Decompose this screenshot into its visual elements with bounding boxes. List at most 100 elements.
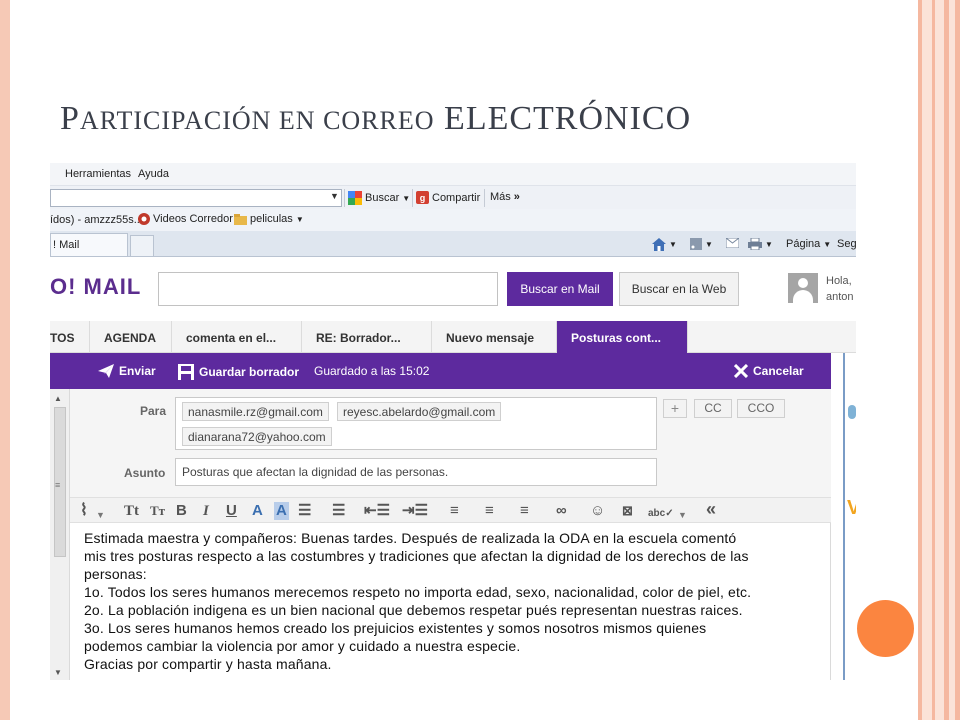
numbered-list-icon[interactable]: ☰ bbox=[332, 502, 345, 520]
align-left-icon[interactable]: ≡ bbox=[450, 502, 459, 520]
slide-title-small: ARTICIPACIÓN EN CORREO bbox=[79, 106, 435, 135]
plain-text-toggle-icon[interactable]: « bbox=[706, 500, 716, 518]
menu-help[interactable]: Ayuda bbox=[138, 168, 169, 180]
user-icon bbox=[798, 278, 808, 288]
tab-posturas-active[interactable]: Posturas cont... bbox=[557, 321, 688, 353]
align-center-icon[interactable]: ≡ bbox=[485, 502, 494, 520]
message-body-editor[interactable]: Estimada maestra y compañeros: Buenas ta… bbox=[70, 523, 831, 680]
svg-text:g: g bbox=[420, 193, 426, 203]
emoji-icon[interactable]: ☺ bbox=[590, 502, 605, 520]
tab-re-borrador[interactable]: RE: Borrador... bbox=[302, 321, 432, 353]
subject-field[interactable]: Posturas que afectan la dignidad de las … bbox=[175, 458, 657, 486]
bcc-button[interactable]: CCO bbox=[737, 399, 785, 418]
favorite-link-1[interactable]: ídos) - amzzz55s... bbox=[50, 214, 143, 226]
add-recipient-button[interactable]: + bbox=[663, 399, 687, 418]
ie-new-tab-button[interactable] bbox=[130, 235, 154, 256]
recipient-chip[interactable]: reyesc.abelardo@gmail.com bbox=[337, 402, 502, 421]
feeds-button[interactable]: ▼ bbox=[690, 238, 713, 250]
save-draft-label: Guardar borrador bbox=[199, 365, 300, 379]
body-line: podemos cambiar la violencia por amor y … bbox=[84, 638, 521, 654]
browser-screenshot: Herramientas Ayuda ▼ Buscar ▼ g Comparti… bbox=[50, 163, 856, 680]
font-size-icon[interactable]: Tт bbox=[150, 502, 165, 520]
body-line: 3o. Los seres humanos hemos creado los p… bbox=[84, 620, 707, 636]
more-label: Más bbox=[490, 191, 511, 203]
safety-menu[interactable]: Segu bbox=[837, 238, 856, 250]
yahoo-mail-logo[interactable]: O! MAIL bbox=[50, 274, 141, 300]
mail-tabs: TOS AGENDA comenta en el... RE: Borrador… bbox=[50, 321, 856, 353]
body-line: 1o. Todos los seres humanos merecemos re… bbox=[84, 584, 752, 600]
slide-stripe bbox=[955, 0, 960, 720]
bold-icon[interactable]: B bbox=[176, 502, 187, 520]
text-color-icon[interactable]: A bbox=[252, 502, 263, 520]
to-field[interactable]: nanasmile.rz@gmail.com reyesc.abelardo@g… bbox=[175, 397, 657, 450]
stationery-icon[interactable]: ⊠ bbox=[622, 502, 633, 520]
recipient-chip[interactable]: dianarana72@yahoo.com bbox=[182, 427, 332, 446]
link-icon[interactable]: ∞ bbox=[556, 502, 567, 520]
underline-icon[interactable]: U bbox=[226, 502, 237, 520]
scroll-down-icon[interactable]: ▼ bbox=[54, 668, 62, 677]
favorite-folder[interactable]: peliculas ▼ bbox=[234, 213, 304, 225]
indent-icon[interactable]: ⇥☰ bbox=[402, 502, 428, 520]
chevron-down-icon[interactable]: ▼ bbox=[678, 506, 687, 524]
bullet-list-icon[interactable]: ☰ bbox=[298, 502, 311, 520]
paperclip-icon[interactable]: ⌇ bbox=[80, 502, 88, 520]
ad-fragment-icon bbox=[848, 405, 856, 419]
toolbar-separator bbox=[344, 189, 345, 207]
address-dropdown-icon[interactable]: ▼ bbox=[330, 191, 339, 201]
yahoo-header: O! MAIL Buscar en Mail Buscar en la Web … bbox=[50, 257, 856, 321]
cc-button[interactable]: CC bbox=[694, 399, 732, 418]
decorative-circle bbox=[857, 600, 914, 657]
tab-nuevo-mensaje[interactable]: Nuevo mensaje bbox=[432, 321, 557, 353]
toolbar-separator bbox=[412, 189, 413, 207]
scroll-up-icon[interactable]: ▲ bbox=[54, 394, 62, 403]
chevron-down-icon: ▼ bbox=[669, 240, 677, 249]
page-menu[interactable]: Página ▼ bbox=[786, 238, 831, 250]
address-bar[interactable] bbox=[50, 189, 342, 207]
recipient-chip[interactable]: nanasmile.rz@gmail.com bbox=[182, 402, 329, 421]
search-icon bbox=[348, 191, 362, 205]
slide-stripe bbox=[932, 0, 935, 720]
highlight-color-icon[interactable]: A bbox=[274, 502, 289, 520]
ie-tab-mail[interactable]: ! Mail bbox=[50, 233, 128, 256]
tab-comenta[interactable]: comenta en el... bbox=[172, 321, 302, 353]
home-button[interactable]: ▼ bbox=[652, 238, 677, 251]
tab-contacts[interactable]: TOS bbox=[50, 321, 90, 353]
greeting-text: Hola, bbox=[826, 275, 852, 287]
italic-icon[interactable]: I bbox=[203, 502, 209, 520]
body-line: Gracias por compartir y hasta mañana. bbox=[84, 656, 332, 672]
formatting-toolbar: ⌇ ▼ Tt Tт B I U A A ☰ ☰ ⇤☰ ⇥☰ ≡ ≡ ≡ ∞ ☺ … bbox=[70, 497, 831, 523]
avatar[interactable] bbox=[788, 273, 818, 303]
page-scrollbar[interactable]: ▲ ≡ ▼ bbox=[50, 389, 70, 680]
folder-icon bbox=[234, 214, 247, 225]
align-right-icon[interactable]: ≡ bbox=[520, 502, 529, 520]
to-label: Para bbox=[140, 404, 167, 418]
send-button[interactable]: Enviar bbox=[98, 364, 156, 378]
compose-toolbar: Enviar Guardar borrador Guardado a las 1… bbox=[50, 353, 831, 389]
ie-favorites-bar: ídos) - amzzz55s... Videos Corredor peli… bbox=[50, 209, 856, 231]
search-web-button[interactable]: Buscar en la Web bbox=[619, 272, 739, 306]
favorite-link-2[interactable]: Videos Corredor bbox=[138, 213, 233, 225]
mail-button[interactable] bbox=[726, 238, 739, 248]
menu-tools[interactable]: Herramientas bbox=[65, 168, 131, 180]
save-draft-button[interactable]: Guardar borrador bbox=[178, 364, 299, 380]
tab-agenda[interactable]: AGENDA bbox=[90, 321, 172, 353]
favorite-label-3: peliculas bbox=[250, 213, 293, 225]
grip-icon: ≡ bbox=[55, 480, 61, 490]
cancel-button[interactable]: Cancelar bbox=[734, 364, 804, 378]
chevron-down-icon[interactable]: ▼ bbox=[96, 506, 105, 524]
search-button[interactable]: Buscar ▼ bbox=[348, 191, 410, 205]
slide-title-last: ELECTRÓNICO bbox=[444, 100, 692, 137]
favorite-label-2: Videos Corredor bbox=[153, 213, 233, 225]
font-family-icon[interactable]: Tt bbox=[124, 502, 139, 520]
ie-tab-bar: ! Mail ▼ ▼ ▼ Página ▼ Segu bbox=[50, 231, 856, 257]
mail-search-input[interactable] bbox=[158, 272, 498, 306]
more-button[interactable]: Más » bbox=[490, 191, 520, 203]
outdent-icon[interactable]: ⇤☰ bbox=[364, 502, 390, 520]
slide-stripe bbox=[918, 0, 922, 720]
saved-status: Guardado a las 15:02 bbox=[314, 364, 430, 378]
share-button[interactable]: g Compartir bbox=[416, 191, 480, 204]
search-mail-button[interactable]: Buscar en Mail bbox=[507, 272, 613, 306]
spellcheck-icon[interactable]: abc✓ bbox=[648, 505, 674, 523]
print-button[interactable]: ▼ bbox=[748, 238, 773, 250]
user-greeting[interactable]: Hola, anton bbox=[826, 273, 854, 305]
